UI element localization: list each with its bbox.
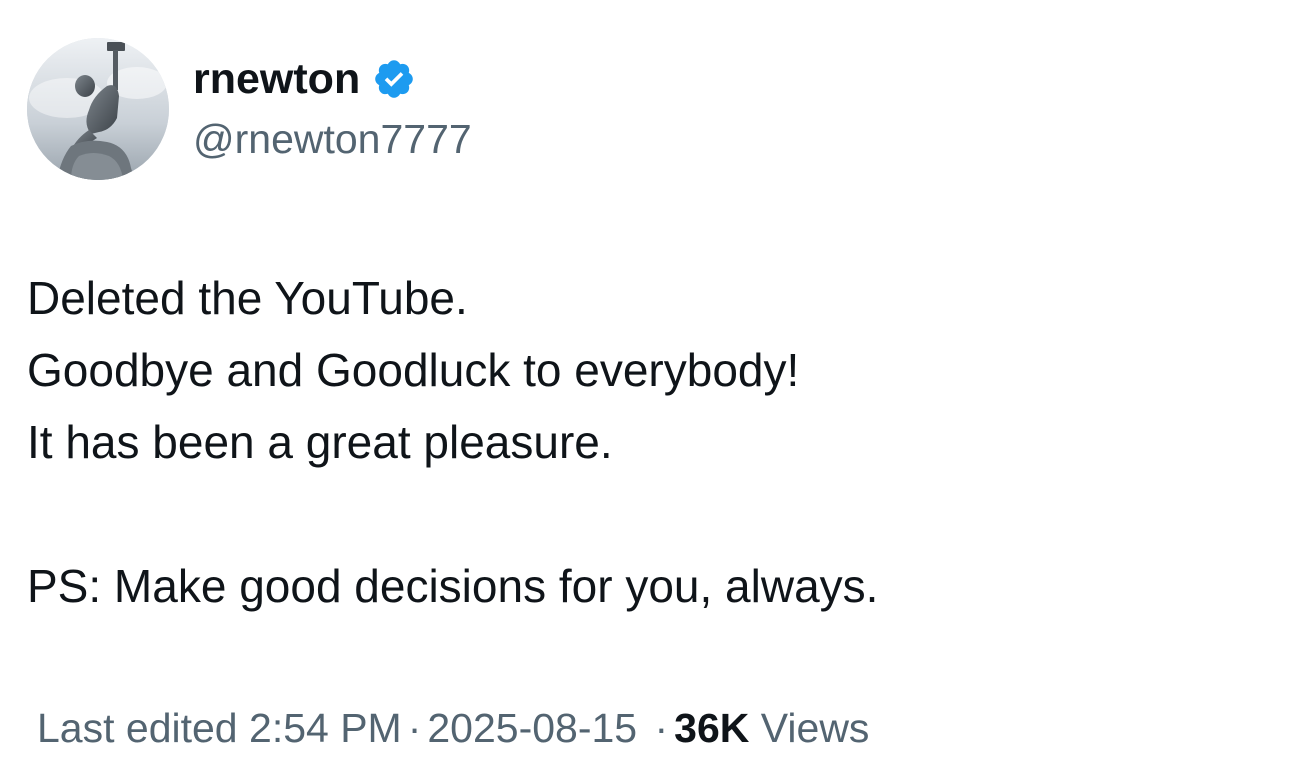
tweet-date[interactable]: 2025-08-15 bbox=[427, 705, 637, 751]
author-handle[interactable]: @rnewton7777 bbox=[193, 112, 472, 166]
author-display-name[interactable]: rnewton bbox=[193, 50, 360, 108]
meta-separator: · bbox=[407, 705, 422, 751]
tweet-text: Deleted the YouTube. Goodbye and Goodluc… bbox=[27, 262, 878, 622]
tweet-line: Deleted the YouTube. bbox=[27, 272, 468, 324]
statue-avatar-image bbox=[27, 38, 169, 180]
tweet-line: It has been a great pleasure. bbox=[27, 416, 613, 468]
meta-separator: · bbox=[654, 705, 669, 751]
edited-label[interactable]: Last edited bbox=[37, 705, 238, 751]
views-count[interactable]: 36K bbox=[674, 705, 749, 751]
tweet-meta: Last edited 2:54 PM · 2025-08-15 · 36K View… bbox=[37, 700, 869, 756]
views-label[interactable]: Views bbox=[761, 705, 870, 751]
tweet-time[interactable]: 2:54 PM bbox=[249, 705, 402, 751]
author-display-name-row[interactable]: rnewton bbox=[193, 50, 416, 108]
tweet-line: PS: Make good decisions for you, always. bbox=[27, 560, 879, 612]
tweet-line: Goodbye and Goodluck to everybody! bbox=[27, 344, 800, 396]
verified-badge-icon[interactable] bbox=[372, 57, 416, 101]
avatar[interactable] bbox=[27, 38, 169, 180]
